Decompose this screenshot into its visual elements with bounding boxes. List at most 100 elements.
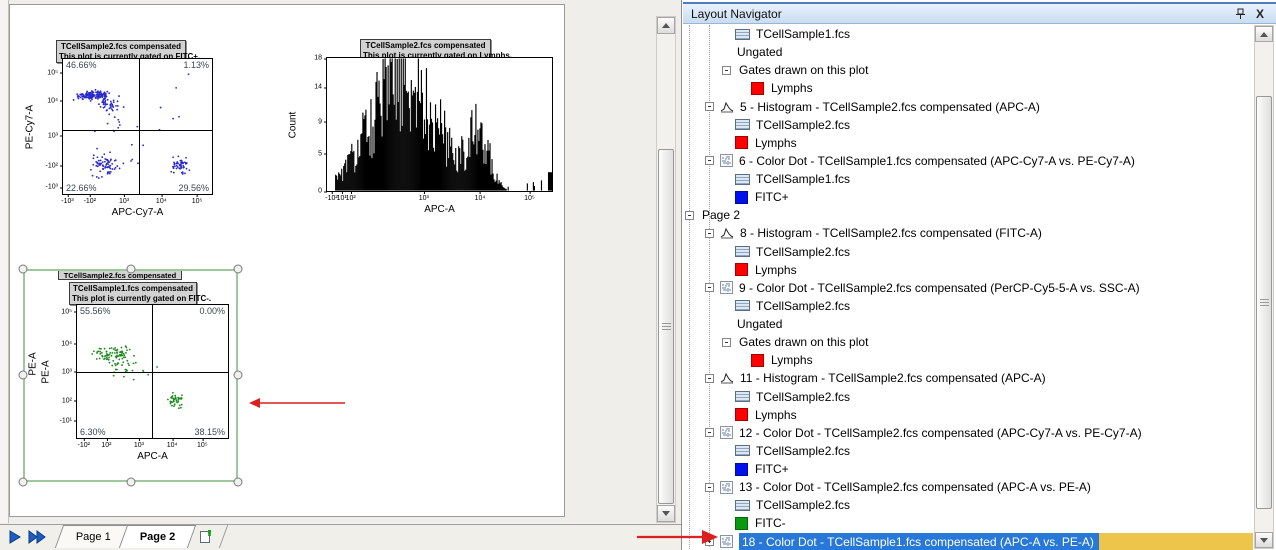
tree-row[interactable]: FITC-	[683, 514, 1276, 532]
tree-row[interactable]: 8 - Histogram - TCellSample2.fcs compens…	[683, 224, 1276, 242]
tree-row-label: Lymphs	[755, 408, 797, 422]
tree-row[interactable]: FITC+	[683, 460, 1276, 478]
sample-tube-icon	[735, 445, 750, 456]
resize-handle-ne[interactable]	[234, 265, 243, 274]
resize-handle-s[interactable]	[127, 478, 136, 487]
resize-handle-e[interactable]	[234, 371, 243, 380]
tree-row[interactable]: Lymphs	[683, 79, 1276, 97]
scrollbar-thumb[interactable]	[658, 149, 674, 504]
thumb-grip-icon	[662, 323, 671, 330]
arrow-down-icon	[1260, 538, 1268, 543]
tree-row[interactable]: Ungated	[683, 43, 1276, 61]
tree-row[interactable]: Lymphs	[683, 261, 1276, 279]
collapse-icon[interactable]	[705, 428, 714, 437]
tree-row[interactable]: Gates drawn on this plot	[683, 61, 1276, 79]
y-tick-label: -10¹	[60, 417, 72, 424]
collapse-icon[interactable]	[705, 483, 714, 492]
plot-title: TCellSample1.fcs compensated This plot i…	[69, 282, 197, 305]
tree-row[interactable]: 9 - Color Dot - TCellSample2.fcs compens…	[683, 279, 1276, 297]
dot-plot-pecy7-apccy7[interactable]: 46.66% 1.13% 22.66% 29.56% PE-Cy7-A APC-…	[62, 58, 213, 195]
collapse-icon[interactable]	[705, 102, 714, 111]
x-tick-label: 10⁴	[475, 195, 486, 202]
resize-handle-se[interactable]	[234, 478, 243, 487]
tree-row[interactable]: FITC+	[683, 188, 1276, 206]
collapse-icon[interactable]	[705, 229, 714, 238]
tree-row[interactable]: TCellSample2.fcs	[683, 116, 1276, 134]
dot-plot-icon	[720, 281, 733, 294]
x-tick-label: 10⁵	[192, 198, 203, 205]
collapse-icon[interactable]	[685, 211, 694, 220]
collapse-icon[interactable]	[705, 283, 714, 292]
tree-row[interactable]: 13 - Color Dot - TCellSample2.fcs compen…	[683, 478, 1276, 496]
collapse-icon[interactable]	[705, 156, 714, 165]
tree-row-label: TCellSample2.fcs	[756, 245, 850, 259]
histogram-plot-apca[interactable]: Count APC-A -10²10¹10²10³10⁴10⁵1814950	[326, 57, 553, 192]
sample-tube-icon	[735, 300, 750, 311]
tree-row[interactable]: Ungated	[683, 315, 1276, 333]
scroll-up-button[interactable]	[657, 17, 675, 34]
sample-tube-icon	[735, 29, 750, 40]
collapse-icon[interactable]	[705, 374, 714, 383]
tree-row[interactable]: Lymphs	[683, 134, 1276, 152]
x-tick-label: 10⁵	[524, 195, 535, 202]
scrollbar-thumb[interactable]	[1256, 96, 1272, 509]
y-tick-label: 10³	[62, 368, 72, 375]
left-gutter	[0, 0, 9, 523]
collapse-icon[interactable]	[722, 66, 731, 75]
collapse-icon[interactable]	[722, 338, 731, 347]
tree-row[interactable]: Page 2	[683, 206, 1276, 224]
tree-row[interactable]: TCellSample1.fcs	[683, 25, 1276, 43]
scroll-down-button[interactable]	[1255, 532, 1273, 548]
tree-row[interactable]: Lymphs	[683, 351, 1276, 369]
tree-row[interactable]: 12 - Color Dot - TCellSample2.fcs compen…	[683, 424, 1276, 442]
x-axis-label: APC-Cy7-A	[112, 207, 164, 218]
tree-row-label: Lymphs	[755, 263, 797, 277]
tree-row[interactable]: TCellSample2.fcs	[683, 388, 1276, 406]
tree-row-label: FITC+	[755, 462, 789, 476]
resize-handle-n[interactable]	[127, 265, 136, 274]
tree-row[interactable]: 18 - Color Dot - TCellSample1.fcs compen…	[683, 533, 1276, 550]
tree-row[interactable]: Gates drawn on this plot	[683, 333, 1276, 351]
resize-handle-sw[interactable]	[19, 478, 28, 487]
navigator-scrollbar[interactable]	[1254, 25, 1274, 549]
tree-row[interactable]: TCellSample2.fcs	[683, 297, 1276, 315]
y-tick-label: -10²	[46, 162, 58, 169]
tree-row-label: FITC-	[755, 516, 786, 530]
resize-handle-nw[interactable]	[19, 265, 28, 274]
next-page-button[interactable]	[8, 530, 22, 544]
sample-tube-icon	[735, 119, 750, 130]
tree-row-label: TCellSample2.fcs	[756, 444, 850, 458]
tree-row[interactable]: TCellSample2.fcs	[683, 243, 1276, 261]
layout-page-canvas[interactable]: TCellSample2.fcs compensated This plot i…	[9, 4, 565, 517]
new-page-icon	[199, 529, 213, 544]
tree-row[interactable]: TCellSample1.fcs	[683, 170, 1276, 188]
dot-plot-icon	[720, 426, 733, 439]
quadrant-gate-hline[interactable]	[77, 372, 228, 373]
dot-plot-icon	[720, 154, 733, 167]
tree-row-label: 8 - Histogram - TCellSample2.fcs compens…	[740, 226, 1042, 240]
pin-panel-button[interactable]	[1232, 6, 1248, 22]
tree-row[interactable]: TCellSample2.fcs	[683, 496, 1276, 514]
close-panel-button[interactable]: X	[1252, 6, 1268, 22]
quadrant-pct-tr: 1.13%	[183, 60, 209, 70]
tree-row[interactable]: Lymphs	[683, 406, 1276, 424]
quadrant-gate-hline[interactable]	[63, 130, 212, 131]
quadrant-gate-vline[interactable]	[139, 59, 140, 194]
sample-tube-icon	[735, 500, 750, 511]
scroll-down-button[interactable]	[657, 505, 675, 522]
scroll-up-button[interactable]	[1255, 26, 1273, 42]
tree-row[interactable]: 6 - Color Dot - TCellSample1.fcs compens…	[683, 152, 1276, 170]
tree-row[interactable]: 5 - Histogram - TCellSample2.fcs compens…	[683, 98, 1276, 116]
tree-row-label: 9 - Color Dot - TCellSample2.fcs compens…	[739, 281, 1140, 295]
y-axis-label: Count	[288, 111, 299, 138]
tree-row-label: TCellSample1.fcs	[756, 27, 850, 41]
tree-row[interactable]: 11 - Histogram - TCellSample2.fcs compen…	[683, 369, 1276, 387]
resize-handle-w[interactable]	[19, 371, 28, 380]
dot-plot-pea-apca-selected[interactable]: 55.56% 0.00% 6.30% 38.15% PE-A PE-A APC-…	[76, 304, 229, 439]
expand-icon[interactable]	[705, 537, 714, 546]
tree-row[interactable]: TCellSample2.fcs	[683, 442, 1276, 460]
plot-title-line1: TCellSample2.fcs compensated	[363, 41, 488, 51]
canvas-scrollbar[interactable]	[656, 16, 676, 523]
tab-page-2[interactable]: Page 2	[119, 525, 197, 548]
last-page-button[interactable]	[28, 530, 48, 544]
